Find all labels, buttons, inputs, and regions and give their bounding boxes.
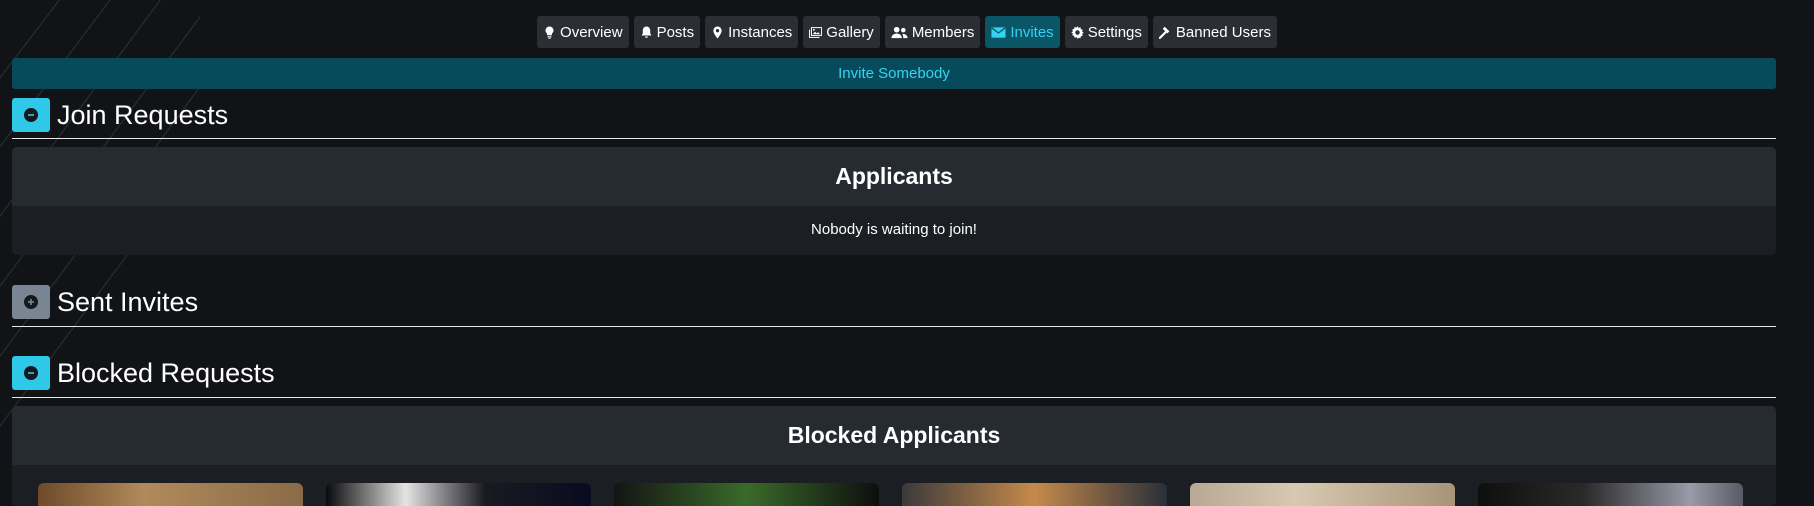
applicants-empty-message: Nobody is waiting to join!	[811, 221, 977, 238]
blocked-applicant-avatar[interactable]	[1478, 483, 1743, 506]
tab-label: Banned Users	[1175, 23, 1271, 41]
sent-invites-expand-toggle[interactable]	[12, 285, 50, 319]
map-pin-icon	[713, 25, 722, 39]
images-icon	[809, 26, 823, 38]
blocked-requests-header: Blocked Requests	[12, 356, 1776, 392]
envelope-icon	[991, 26, 1006, 38]
join-requests-collapse-toggle[interactable]	[12, 98, 50, 132]
tab-gallery[interactable]: Gallery	[803, 16, 880, 48]
blocked-applicant-avatar[interactable]	[38, 483, 303, 506]
tab-invites[interactable]: Invites	[985, 16, 1060, 48]
blocked-requests-title: Blocked Requests	[57, 358, 275, 388]
applicants-card: Applicants Nobody is waiting to join!	[12, 147, 1776, 255]
section-divider	[12, 326, 1776, 327]
tab-label: Settings	[1087, 23, 1142, 41]
tab-posts[interactable]: Posts	[633, 16, 701, 48]
gear-icon	[1070, 25, 1084, 39]
invite-somebody-label: Invite Somebody	[838, 65, 950, 82]
tab-members[interactable]: Members	[884, 16, 981, 48]
blocked-applicants-list	[12, 465, 1776, 506]
lightbulb-icon	[545, 25, 554, 39]
blocked-applicant-avatar[interactable]	[614, 483, 879, 506]
minus-circle-icon	[24, 108, 38, 122]
tab-label: Posts	[656, 23, 695, 41]
join-requests-header: Join Requests	[12, 98, 1776, 134]
blocked-applicant-avatar[interactable]	[1190, 483, 1455, 506]
tab-label: Overview	[560, 23, 623, 41]
section-divider	[12, 397, 1776, 398]
blocked-applicant-avatar[interactable]	[326, 483, 591, 506]
tab-label: Instances	[728, 23, 793, 41]
sent-invites-title: Sent Invites	[57, 287, 199, 317]
tab-overview[interactable]: Overview	[537, 16, 629, 48]
users-icon	[891, 26, 908, 38]
blocked-applicants-card: Blocked Applicants	[12, 406, 1776, 506]
invite-somebody-button[interactable]: Invite Somebody	[12, 58, 1776, 89]
blocked-requests-collapse-toggle[interactable]	[12, 356, 50, 390]
gavel-icon	[1158, 26, 1170, 39]
sent-invites-header: Sent Invites	[12, 285, 1776, 321]
applicants-card-title: Applicants	[12, 147, 1776, 206]
tab-label: Members	[911, 23, 975, 41]
group-nav-tabs: Overview Posts Instances Gallery Members…	[0, 16, 1814, 48]
blocked-applicant-avatar[interactable]	[902, 483, 1167, 506]
minus-circle-icon	[24, 366, 38, 380]
tab-label: Invites	[1010, 23, 1054, 41]
join-requests-title: Join Requests	[57, 100, 229, 130]
tab-settings[interactable]: Settings	[1064, 16, 1148, 48]
bell-icon	[641, 25, 651, 38]
plus-circle-icon	[24, 295, 38, 309]
tab-instances[interactable]: Instances	[705, 16, 799, 48]
tab-label: Gallery	[826, 23, 874, 41]
tab-banned-users[interactable]: Banned Users	[1152, 16, 1277, 48]
blocked-applicants-card-title: Blocked Applicants	[12, 406, 1776, 465]
section-divider	[12, 138, 1776, 139]
